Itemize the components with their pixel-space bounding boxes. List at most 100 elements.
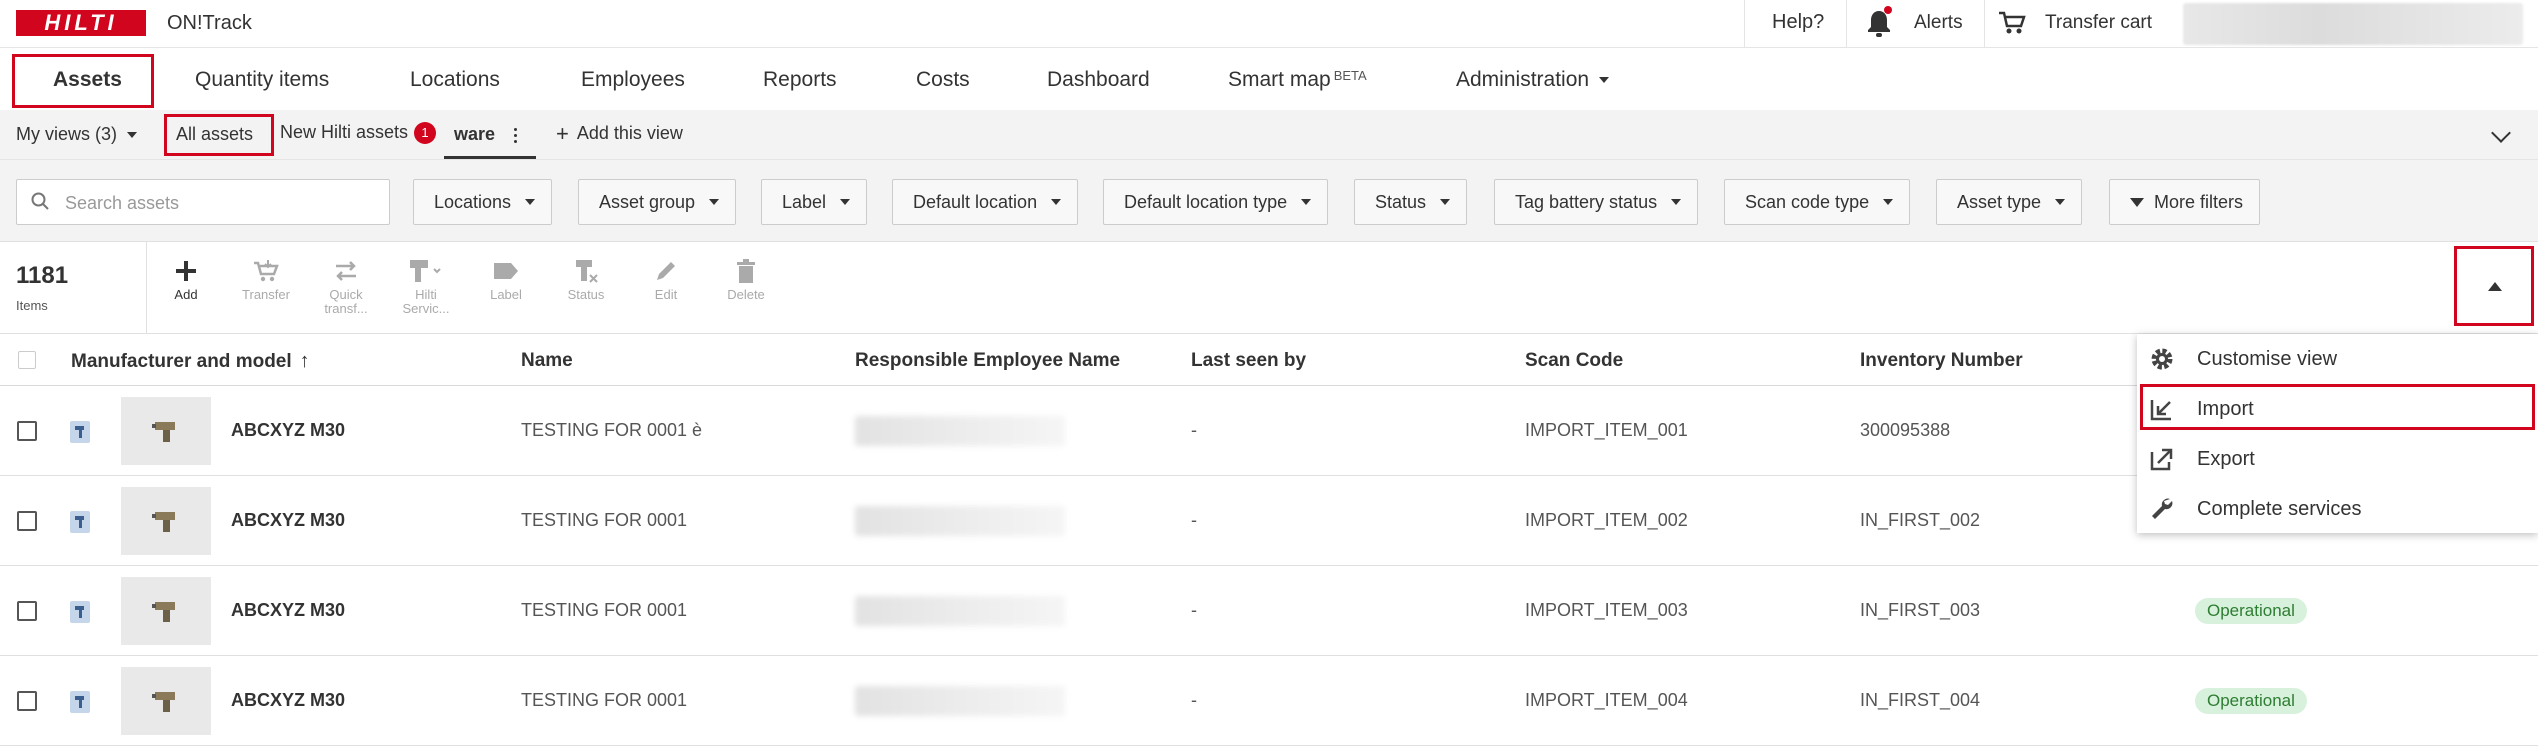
gear-icon (2151, 348, 2173, 370)
menu-item-export[interactable]: Export (2137, 434, 2538, 484)
tab-assets[interactable]: Assets (53, 68, 122, 92)
asset-thumbnail (121, 667, 211, 735)
add-button[interactable]: Add (151, 254, 221, 302)
row-checkbox[interactable] (17, 421, 37, 441)
hilti-service-icon (391, 254, 461, 288)
view-ware[interactable]: ware (454, 124, 495, 145)
caret-down-icon (709, 199, 720, 205)
quick-transfer-icon (311, 254, 381, 288)
hilti-logo[interactable]: HILTI (16, 10, 146, 36)
search-box (16, 179, 390, 225)
caret-down-icon (1301, 199, 1312, 205)
cell-inventory: IN_FIRST_002 (1860, 510, 1981, 530)
cell-inventory: 300095388 (1860, 420, 1951, 440)
cell-responsible-redacted (855, 686, 1065, 716)
quick-transfer-button[interactable]: Quick transf... (311, 254, 381, 316)
item-count-label: Items (16, 298, 48, 313)
tab-locations[interactable]: Locations (410, 68, 500, 92)
filter-label[interactable]: Label (761, 179, 868, 225)
more-filters-button[interactable]: More filters (2109, 179, 2261, 225)
row-checkbox[interactable] (17, 601, 37, 621)
add-view-button[interactable]: + Add this view (556, 121, 683, 147)
cell-last-seen: - (1191, 420, 1197, 440)
filter-asset-type[interactable]: Asset type (1936, 179, 2083, 225)
edit-button[interactable]: Edit (631, 254, 701, 302)
tab-dashboard[interactable]: Dashboard (1047, 68, 1150, 92)
cell-scan-code: IMPORT_ITEM_001 (1525, 420, 1688, 440)
status-button[interactable]: Status (551, 254, 621, 302)
tab-employees[interactable]: Employees (581, 68, 685, 92)
cell-inventory: IN_FIRST_003 (1860, 600, 1981, 620)
column-header-last-seen[interactable]: Last seen by (1191, 350, 1306, 372)
cell-model: ABCXYZ M30 (231, 420, 346, 440)
asset-type-icon (70, 421, 90, 443)
active-view-underline (444, 156, 536, 159)
cell-scan-code: IMPORT_ITEM_003 (1525, 600, 1688, 620)
cart-icon[interactable] (1997, 10, 2027, 36)
cell-responsible-redacted (855, 416, 1065, 446)
cell-model: ABCXYZ M30 (231, 510, 346, 530)
header-divider (1846, 0, 1847, 48)
table-row[interactable]: ABCXYZ M30 TESTING FOR 0001 - IMPORT_ITE… (0, 566, 2538, 656)
hilti-service-button[interactable]: Hilti Servic... (391, 254, 461, 316)
caret-down-icon (1883, 199, 1894, 205)
select-all-checkbox[interactable] (18, 351, 36, 369)
caret-down-icon (1051, 199, 1062, 205)
more-actions-menu: Customise view Import Export Complete se… (2137, 334, 2538, 533)
filter-default-location-type[interactable]: Default location type (1103, 179, 1329, 225)
my-views-dropdown[interactable]: My views (3) (16, 124, 138, 145)
search-input[interactable] (65, 190, 375, 216)
filter-asset-group[interactable]: Asset group (578, 179, 737, 225)
cell-last-seen: - (1191, 510, 1197, 530)
asset-thumbnail (121, 487, 211, 555)
filter-locations[interactable]: Locations (413, 179, 553, 225)
asset-type-icon (70, 601, 90, 623)
kebab-menu-icon[interactable] (514, 128, 518, 144)
column-header-name[interactable]: Name (521, 350, 573, 372)
column-header-scan-code[interactable]: Scan Code (1525, 350, 1623, 372)
filter-tag-battery-status[interactable]: Tag battery status (1494, 179, 1699, 225)
tab-costs[interactable]: Costs (916, 68, 970, 92)
label-button[interactable]: Label (471, 254, 541, 302)
help-link[interactable]: Help? (1772, 11, 1824, 34)
tab-reports[interactable]: Reports (763, 68, 837, 92)
import-highlight (2140, 384, 2535, 430)
menu-item-complete-services[interactable]: Complete services (2137, 484, 2538, 534)
filter-status[interactable]: Status (1354, 179, 1468, 225)
row-checkbox[interactable] (17, 691, 37, 711)
transfer-button[interactable]: Transfer (231, 254, 301, 302)
action-toolbar: 1181 Items Add Transfer Quick transf... … (0, 242, 2538, 334)
beta-tag: BETA (1333, 68, 1367, 83)
status-icon (551, 254, 621, 288)
filter-scan-code-type[interactable]: Scan code type (1724, 179, 1911, 225)
column-header-model[interactable]: Manufacturer and model ↑ (71, 350, 310, 373)
caret-down-icon (2055, 199, 2066, 205)
row-checkbox[interactable] (17, 511, 37, 531)
wrench-icon (2152, 498, 2173, 519)
main-nav: Assets Quantity items Locations Employee… (0, 48, 2538, 110)
asset-thumbnail (121, 577, 211, 645)
sort-up-icon: ↑ (299, 350, 310, 372)
filter-default-location[interactable]: Default location (892, 179, 1079, 225)
user-profile[interactable] (2183, 3, 2523, 45)
export-icon (2150, 448, 2173, 471)
view-new-hilti-assets[interactable]: New Hilti assets 1 (280, 122, 437, 145)
column-header-inventory[interactable]: Inventory Number (1860, 350, 2023, 372)
chevron-down-icon[interactable] (2491, 123, 2511, 143)
delete-button[interactable]: Delete (711, 254, 781, 302)
bell-icon[interactable] (1866, 6, 1892, 38)
tab-administration[interactable]: Administration (1456, 68, 1610, 92)
table-row[interactable]: ABCXYZ M30 TESTING FOR 0001 - IMPORT_ITE… (0, 656, 2538, 746)
menu-item-customise-view[interactable]: Customise view (2137, 334, 2538, 384)
alerts-label[interactable]: Alerts (1914, 12, 1963, 34)
tab-smart-map[interactable]: Smart map BETA (1228, 68, 1367, 92)
column-header-responsible[interactable]: Responsible Employee Name (855, 350, 1120, 372)
cell-scan-code: IMPORT_ITEM_004 (1525, 690, 1688, 710)
cell-name: TESTING FOR 0001 (521, 510, 688, 530)
view-all-assets[interactable]: All assets (176, 124, 253, 145)
caret-up-icon (2488, 282, 2502, 291)
more-actions-toggle[interactable] (2454, 246, 2534, 326)
tab-quantity-items[interactable]: Quantity items (195, 68, 329, 92)
status-badge: Operational (2195, 688, 2307, 714)
transfer-cart-label[interactable]: Transfer cart (2045, 12, 2152, 34)
